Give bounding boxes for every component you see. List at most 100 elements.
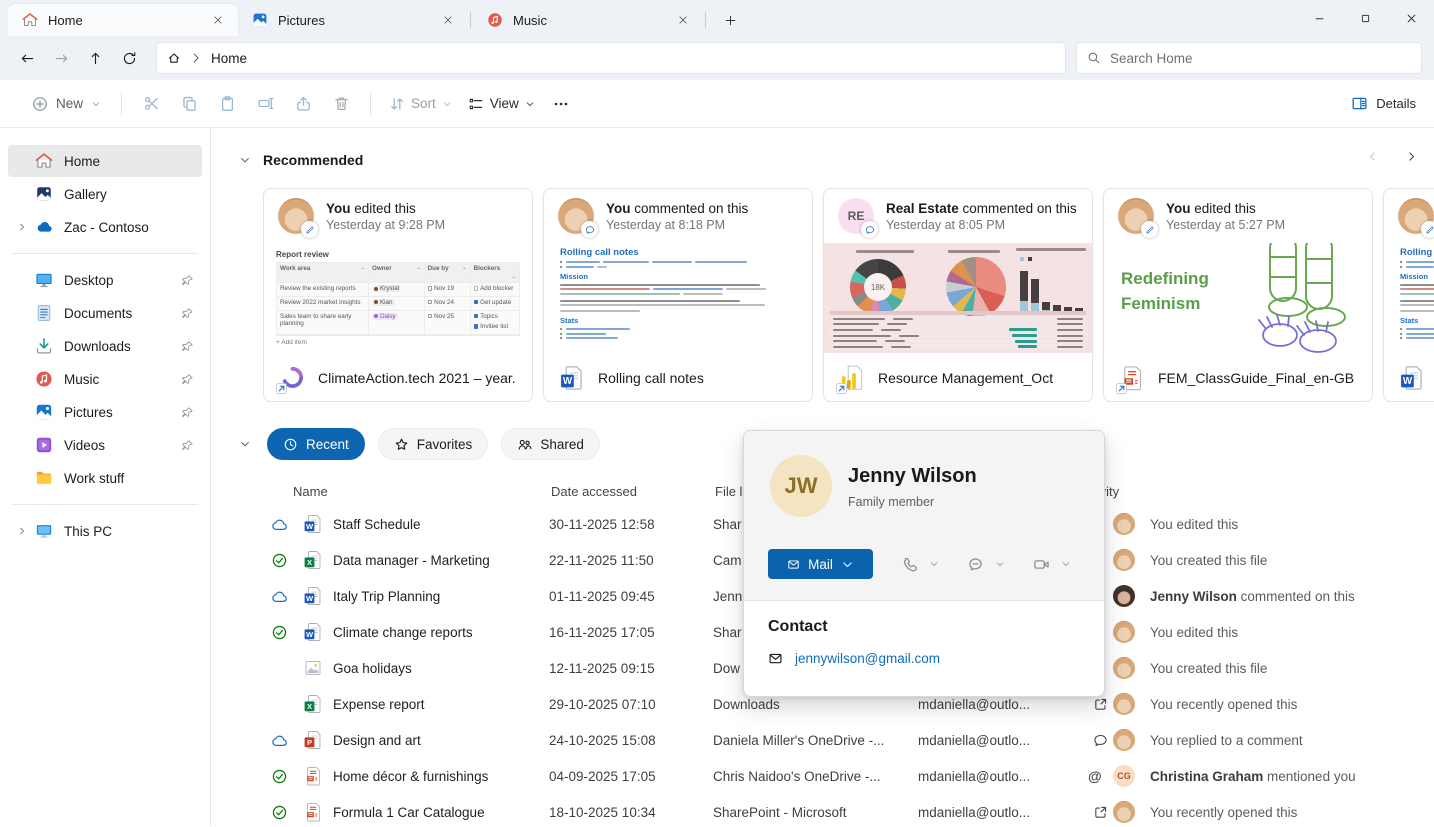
- breadcrumb[interactable]: Home: [211, 51, 247, 66]
- minimize-button[interactable]: [1296, 0, 1342, 36]
- activity-text: You recently opened this: [1150, 696, 1298, 712]
- cut-button[interactable]: [132, 87, 170, 121]
- table-row[interactable]: Home décor & furnishings 04-09-2025 17:0…: [265, 758, 1434, 794]
- search-input[interactable]: Search Home: [1076, 42, 1422, 74]
- open-external-icon: [1088, 805, 1113, 820]
- file-name[interactable]: Data manager - Marketing: [333, 553, 549, 568]
- file-name[interactable]: Goa holidays: [333, 661, 549, 676]
- close-button[interactable]: [1388, 0, 1434, 36]
- file-name[interactable]: Design and art: [333, 733, 549, 748]
- delete-button[interactable]: [322, 87, 360, 121]
- recommended-card-rolling-call-notes[interactable]: You commented on this Yesterday at 8:18 …: [543, 188, 813, 402]
- close-tab-icon[interactable]: [206, 8, 230, 32]
- sidebar-item-zac-contoso[interactable]: Zac - Contoso: [8, 211, 202, 243]
- file-date-accessed: 01-11-2025 09:45: [549, 588, 655, 604]
- column-activity[interactable]: Activity: [1078, 484, 1422, 499]
- more-options-button[interactable]: [543, 87, 579, 121]
- new-tab-button[interactable]: [716, 6, 744, 34]
- sidebar-item-desktop[interactable]: Desktop: [8, 264, 202, 296]
- sidebar-item-this-pc[interactable]: This PC: [8, 515, 202, 547]
- documents-icon: [34, 304, 54, 322]
- sidebar-item-documents[interactable]: Documents: [8, 297, 202, 329]
- sidebar-item-pictures[interactable]: Pictures: [8, 396, 202, 428]
- monitor-icon: [34, 522, 54, 540]
- copy-button[interactable]: [170, 87, 208, 121]
- column-date-accessed[interactable]: Date accessed: [551, 484, 715, 499]
- chat-button[interactable]: [967, 556, 1005, 573]
- activity-avatar: [1113, 729, 1135, 751]
- sidebar-item-music[interactable]: Music: [8, 363, 202, 395]
- contact-section-title: Contact: [768, 618, 828, 635]
- mail-button[interactable]: Mail: [768, 549, 873, 579]
- column-name[interactable]: Name: [293, 484, 551, 499]
- filter-pill-label: Recent: [306, 436, 349, 452]
- close-tab-icon[interactable]: [436, 8, 460, 32]
- new-button[interactable]: New: [22, 87, 111, 121]
- contact-email-link[interactable]: jennywilson@gmail.com: [795, 651, 940, 666]
- file-name[interactable]: Expense report: [333, 697, 549, 712]
- file-name[interactable]: Climate change reports: [333, 625, 549, 640]
- music-icon: [487, 12, 503, 28]
- sidebar-item-videos[interactable]: Videos: [8, 429, 202, 461]
- recommended-card-resource-management-oct[interactable]: RE Real Estate commented on this Yesterd…: [823, 188, 1093, 402]
- table-row[interactable]: P Design and art 24-10-2025 15:08 Daniel…: [265, 722, 1434, 758]
- card-thumbnail: Report review Work area ⌄ Owner ⌄ Due by ⌄ Blo…: [264, 243, 532, 353]
- card-timestamp: Yesterday at 8:05 PM: [886, 217, 1006, 232]
- search-placeholder: Search Home: [1110, 50, 1193, 66]
- back-button[interactable]: [10, 43, 44, 73]
- open-external-icon: [1088, 697, 1113, 712]
- chevron-right-icon[interactable]: [14, 526, 30, 536]
- recommended-card-fem-classguide-final-en-gb[interactable]: You edited this Yesterday at 5:27 PM Red…: [1103, 188, 1373, 402]
- chevron-right-icon[interactable]: [14, 222, 30, 232]
- file-name[interactable]: Home décor & furnishings: [333, 769, 549, 784]
- file-name[interactable]: Staff Schedule: [333, 517, 549, 532]
- sidebar-item-gallery[interactable]: Gallery: [8, 178, 202, 210]
- sidebar-item-home[interactable]: Home: [8, 145, 202, 177]
- video-call-button[interactable]: [1033, 556, 1071, 573]
- tab-music[interactable]: Music: [473, 4, 703, 36]
- address-bar[interactable]: Home: [156, 42, 1066, 74]
- chevron-down-icon[interactable]: [1061, 559, 1071, 569]
- scroll-right-icon[interactable]: [1405, 150, 1418, 163]
- svg-text:W: W: [306, 522, 314, 531]
- table-row[interactable]: Formula 1 Car Catalogue 18-10-2025 10:34…: [265, 794, 1434, 826]
- file-name[interactable]: Italy Trip Planning: [333, 589, 549, 604]
- chevron-down-icon[interactable]: [929, 559, 939, 569]
- svg-text:P: P: [307, 738, 312, 747]
- search-icon: [1087, 51, 1101, 65]
- chevron-down-icon[interactable]: [239, 154, 251, 166]
- gallery-icon: [34, 185, 54, 203]
- pin-icon: [181, 340, 194, 353]
- rename-button[interactable]: [246, 87, 284, 121]
- refresh-button[interactable]: [112, 43, 146, 73]
- filter-pill-shared[interactable]: Shared: [501, 428, 600, 460]
- forward-button[interactable]: [44, 43, 78, 73]
- chevron-right-icon[interactable]: [189, 51, 203, 65]
- sidebar-item-work-stuff[interactable]: Work stuff: [8, 462, 202, 494]
- up-button[interactable]: [78, 43, 112, 73]
- details-button[interactable]: Details: [1351, 95, 1416, 112]
- tab-pictures[interactable]: Pictures: [238, 4, 468, 36]
- share-button[interactable]: [284, 87, 322, 121]
- recommended-card-item[interactable]: Rolling call notes Mission Stats W: [1383, 188, 1434, 402]
- paste-button[interactable]: [208, 87, 246, 121]
- sort-button[interactable]: Sort: [381, 87, 460, 121]
- activity-avatar: [1113, 549, 1135, 571]
- sidebar-item-label: Gallery: [64, 186, 107, 202]
- chevron-down-icon[interactable]: [995, 559, 1005, 569]
- call-button[interactable]: [901, 556, 939, 573]
- sidebar-item-label: Desktop: [64, 272, 114, 288]
- filter-pill-recent[interactable]: Recent: [267, 428, 365, 460]
- videos-icon: [34, 436, 54, 454]
- maximize-button[interactable]: [1342, 0, 1388, 36]
- command-bar: New Sort View Details: [0, 80, 1434, 128]
- file-name[interactable]: Formula 1 Car Catalogue: [333, 805, 549, 820]
- view-button[interactable]: View: [460, 87, 543, 121]
- close-tab-icon[interactable]: [671, 8, 695, 32]
- scroll-left-icon[interactable]: [1366, 150, 1379, 163]
- recommended-card-climateaction-tech-2021-year[interactable]: You edited this Yesterday at 9:28 PM Rep…: [263, 188, 533, 402]
- sidebar-item-downloads[interactable]: Downloads: [8, 330, 202, 362]
- filter-pill-favorites[interactable]: Favorites: [377, 428, 489, 460]
- tab-home[interactable]: Home: [8, 4, 238, 36]
- chevron-down-icon[interactable]: [239, 438, 251, 450]
